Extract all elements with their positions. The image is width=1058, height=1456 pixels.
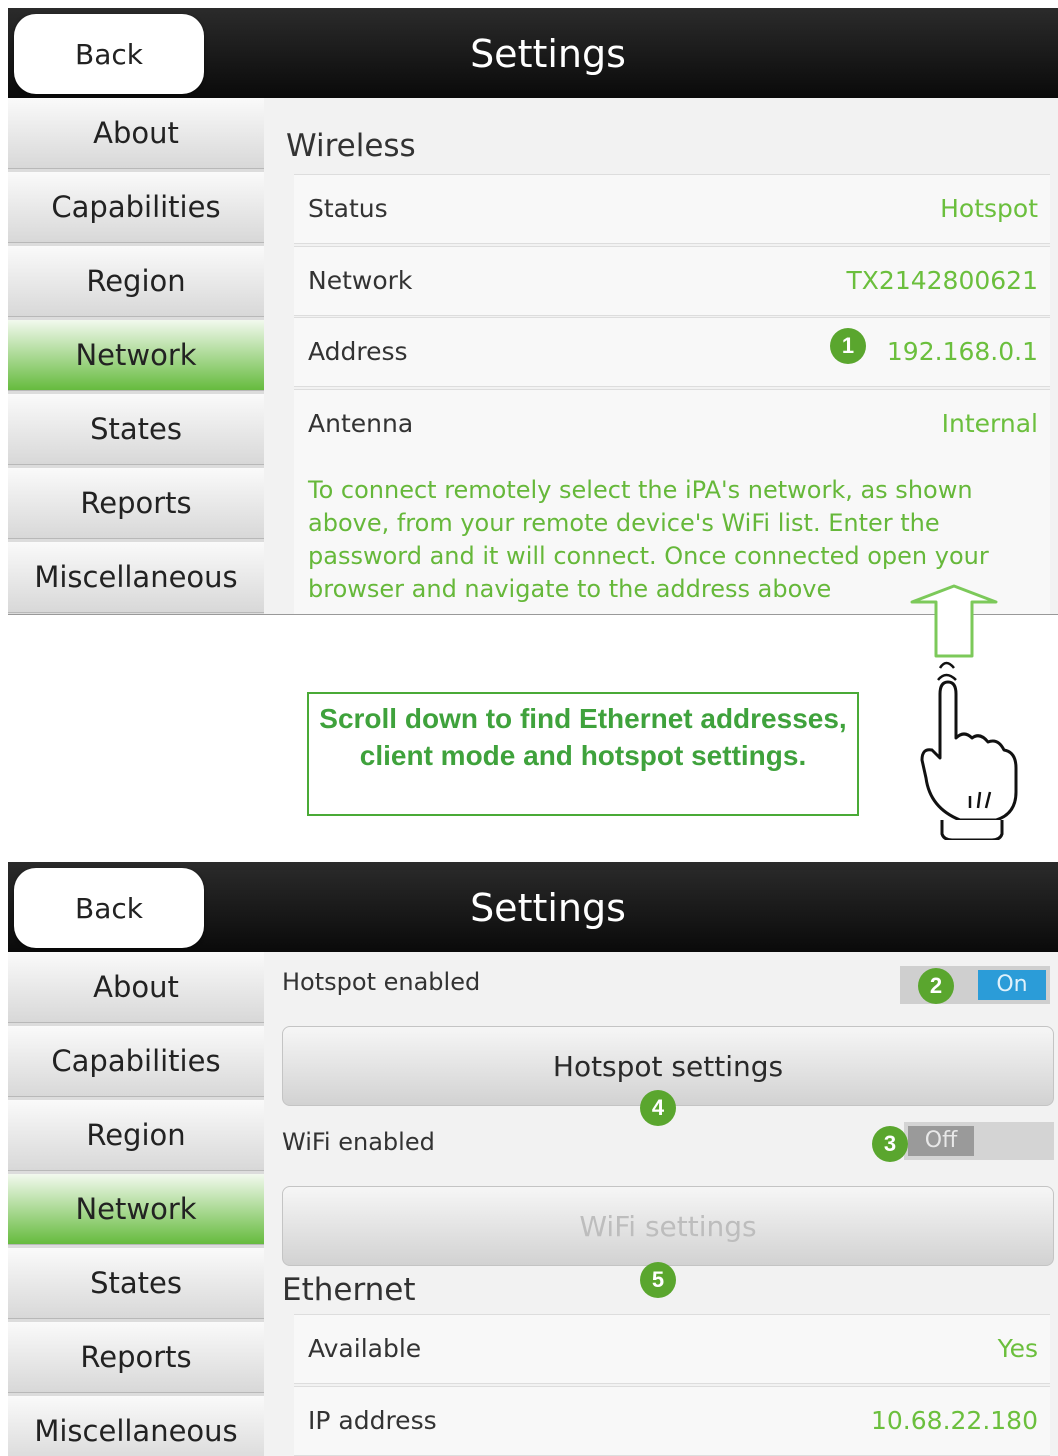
wifi-toggle[interactable]: Off	[904, 1122, 1054, 1160]
sidebar-item-miscellaneous[interactable]: Miscellaneous	[8, 1396, 264, 1456]
row-value: TX2142800621	[846, 266, 1038, 295]
row-address: Address 192.168.0.1	[294, 317, 1050, 387]
sidebar-item-region[interactable]: Region	[8, 246, 264, 317]
sidebar-item-reports[interactable]: Reports	[8, 468, 264, 539]
hotspot-enabled-label: Hotspot enabled	[282, 968, 481, 996]
badge-5: 5	[640, 1262, 676, 1298]
section-title-ethernet: Ethernet	[282, 1272, 416, 1308]
row-label: Antenna	[308, 409, 414, 438]
sidebar-item-capabilities[interactable]: Capabilities	[8, 1026, 264, 1097]
sidebar-item-states[interactable]: States	[8, 1248, 264, 1319]
header-bar: Settings Back	[8, 8, 1058, 98]
scroll-hint-callout: Scroll down to find Ethernet addresses, …	[307, 692, 859, 816]
badge-4: 4	[640, 1090, 676, 1126]
badge-1: 1	[830, 328, 866, 364]
toggle-on-state: On	[978, 970, 1046, 1000]
toggle-off-state: Off	[908, 1126, 974, 1156]
section-title-wireless: Wireless	[286, 128, 416, 164]
sidebar-item-network[interactable]: Network	[8, 1174, 264, 1245]
row-available: Available Yes	[294, 1314, 1050, 1384]
content-panel[interactable]: Wireless Status Hotspot Network TX214280…	[268, 98, 1058, 614]
header-bar: Settings Back	[8, 862, 1058, 952]
sidebar-item-network[interactable]: Network	[8, 320, 264, 391]
row-value: Hotspot	[940, 194, 1038, 223]
row-value: Internal	[941, 409, 1038, 438]
back-button[interactable]: Back	[14, 868, 204, 948]
row-label: IP address	[308, 1406, 437, 1435]
badge-3: 3	[872, 1126, 908, 1162]
row-label: Status	[308, 194, 388, 223]
sidebar: About Capabilities Region Network States…	[8, 98, 264, 614]
sidebar-item-reports[interactable]: Reports	[8, 1322, 264, 1393]
content-panel[interactable]: Hotspot enabled On 2 Hotspot settings 4 …	[268, 952, 1058, 1456]
row-value: Yes	[997, 1334, 1038, 1363]
sidebar-item-capabilities[interactable]: Capabilities	[8, 172, 264, 243]
wifi-enabled-label: WiFi enabled	[282, 1128, 435, 1156]
row-value: 10.68.22.180	[871, 1406, 1038, 1435]
up-arrow-icon	[910, 584, 998, 658]
badge-2: 2	[918, 968, 954, 1004]
row-ip-address: IP address 10.68.22.180	[294, 1386, 1050, 1456]
wifi-settings-button[interactable]: WiFi settings	[282, 1186, 1054, 1266]
sidebar-item-states[interactable]: States	[8, 394, 264, 465]
row-label: Available	[308, 1334, 422, 1363]
sidebar-item-region[interactable]: Region	[8, 1100, 264, 1171]
sidebar: About Capabilities Region Network States…	[8, 952, 264, 1456]
hand-pointer-icon	[920, 661, 1018, 840]
row-label: Address	[308, 337, 408, 366]
sidebar-item-miscellaneous[interactable]: Miscellaneous	[8, 542, 264, 613]
settings-screen-network-scrolled: Settings Back About Capabilities Region …	[8, 862, 1058, 1456]
row-status: Status Hotspot	[294, 174, 1050, 244]
row-label: Network	[308, 266, 413, 295]
row-value: 192.168.0.1	[886, 337, 1038, 366]
row-network: Network TX2142800621	[294, 246, 1050, 316]
row-antenna: Antenna Internal	[294, 389, 1050, 459]
sidebar-item-about[interactable]: About	[8, 98, 264, 169]
settings-screen-wireless: Settings Back About Capabilities Region …	[8, 8, 1058, 615]
back-button[interactable]: Back	[14, 14, 204, 94]
sidebar-item-about[interactable]: About	[8, 952, 264, 1023]
